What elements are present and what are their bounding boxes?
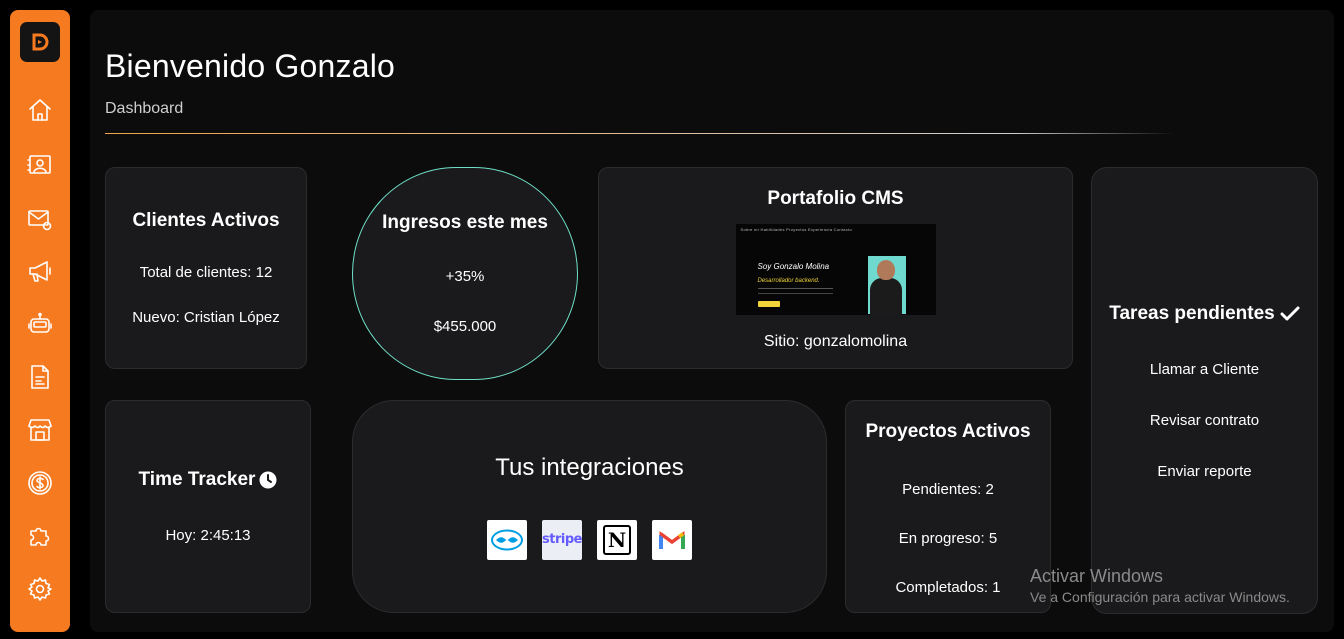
proyectos-card[interactable]: Proyectos Activos Pendientes: 2 En progr…: [845, 400, 1051, 613]
notion-text: N: [603, 524, 631, 555]
portafolio-site[interactable]: Sitio: gonzalomolina: [764, 333, 907, 351]
portafolio-card[interactable]: Portafolio CMS Sobre mí Habilidades Proy…: [598, 167, 1073, 369]
ingresos-amount: $455.000: [433, 318, 497, 335]
time-tracker-title-text: Time Tracker: [138, 469, 256, 490]
sidebar: [10, 10, 70, 632]
tareas-title-text: Tareas pendientes: [1109, 303, 1275, 324]
dollar-icon[interactable]: [25, 468, 55, 498]
preview-photo-body: [869, 278, 902, 315]
tarea-item[interactable]: Enviar reporte: [1157, 463, 1251, 480]
preview-name: Soy Gonzalo Molina: [757, 262, 830, 271]
time-tracker-today: Hoy: 2:45:13: [165, 527, 251, 544]
watermark-line2: Ve a Configuración para activar Windows.: [1030, 589, 1290, 605]
integraciones-logos: stripe N: [487, 519, 692, 560]
main-panel: Bienvenido Gonzalo Dashboard Clientes Ac…: [90, 10, 1334, 632]
preview-button: [757, 301, 780, 307]
app-logo[interactable]: [20, 22, 60, 62]
time-tracker-card[interactable]: Time Tracker Hoy: 2:45:13: [105, 400, 311, 613]
mercadopago-icon[interactable]: [487, 519, 527, 560]
tareas-card: Tareas pendientes Llamar a Cliente Revis…: [1091, 167, 1318, 614]
ingresos-card[interactable]: Ingresos este mes +35% $455.000: [352, 167, 578, 380]
contacts-icon[interactable]: [25, 150, 55, 180]
preview-text: [757, 288, 833, 294]
windows-activation-watermark: Activar Windows Ve a Configuración para …: [1030, 566, 1290, 605]
watermark-line1: Activar Windows: [1030, 566, 1164, 586]
clock-icon: [259, 471, 277, 489]
proyectos-pendientes: Pendientes: 2: [902, 481, 994, 498]
tarea-item[interactable]: Llamar a Cliente: [1150, 361, 1259, 378]
clientes-title: Clientes Activos: [132, 210, 280, 231]
clientes-card[interactable]: Clientes Activos Total de clientes: 12 N…: [105, 167, 307, 369]
tareas-title: Tareas pendientes: [1109, 303, 1300, 325]
logo-icon: [32, 33, 49, 51]
header-divider: [105, 133, 1175, 134]
document-icon[interactable]: [25, 362, 55, 392]
time-tracker-title: Time Tracker: [139, 469, 278, 491]
settings-icon[interactable]: [25, 574, 55, 604]
store-icon[interactable]: [25, 415, 55, 445]
proyectos-en-progreso: En progreso: 5: [898, 530, 998, 547]
puzzle-icon[interactable]: [25, 521, 55, 551]
megaphone-icon[interactable]: [25, 256, 55, 286]
clientes-total: Total de clientes: 12: [139, 264, 273, 281]
integraciones-card: Tus integraciones stripe N: [352, 400, 827, 613]
integraciones-title: Tus integraciones: [495, 453, 684, 481]
tarea-item[interactable]: Revisar contrato: [1150, 412, 1259, 429]
portfolio-preview-image[interactable]: Sobre mí Habilidades Proyectos Experienc…: [735, 224, 936, 315]
page-title: Bienvenido Gonzalo: [105, 48, 396, 84]
notion-icon[interactable]: N: [597, 519, 637, 560]
stripe-icon[interactable]: stripe: [542, 519, 582, 560]
preview-role: Desarrollador backend.: [757, 278, 820, 284]
portafolio-title: Portafolio CMS: [767, 188, 904, 209]
preview-nav: Sobre mí Habilidades Proyectos Experienc…: [740, 227, 853, 232]
mail-icon[interactable]: [25, 204, 55, 234]
breadcrumb: Dashboard: [105, 100, 184, 117]
stripe-text: stripe: [542, 532, 582, 547]
gmail-icon[interactable]: [652, 519, 692, 560]
ingresos-title: Ingresos este mes: [382, 212, 548, 233]
proyectos-completados: Completados: 1: [895, 579, 1001, 596]
home-icon[interactable]: [25, 95, 55, 125]
clientes-nuevo: Nuevo: Cristian López: [132, 309, 280, 326]
ingresos-growth: +35%: [445, 268, 485, 285]
robot-icon[interactable]: [25, 309, 55, 339]
checkmark-icon: [1280, 306, 1300, 321]
preview-photo-head: [876, 260, 895, 280]
proyectos-title: Proyectos Activos: [865, 421, 1031, 442]
